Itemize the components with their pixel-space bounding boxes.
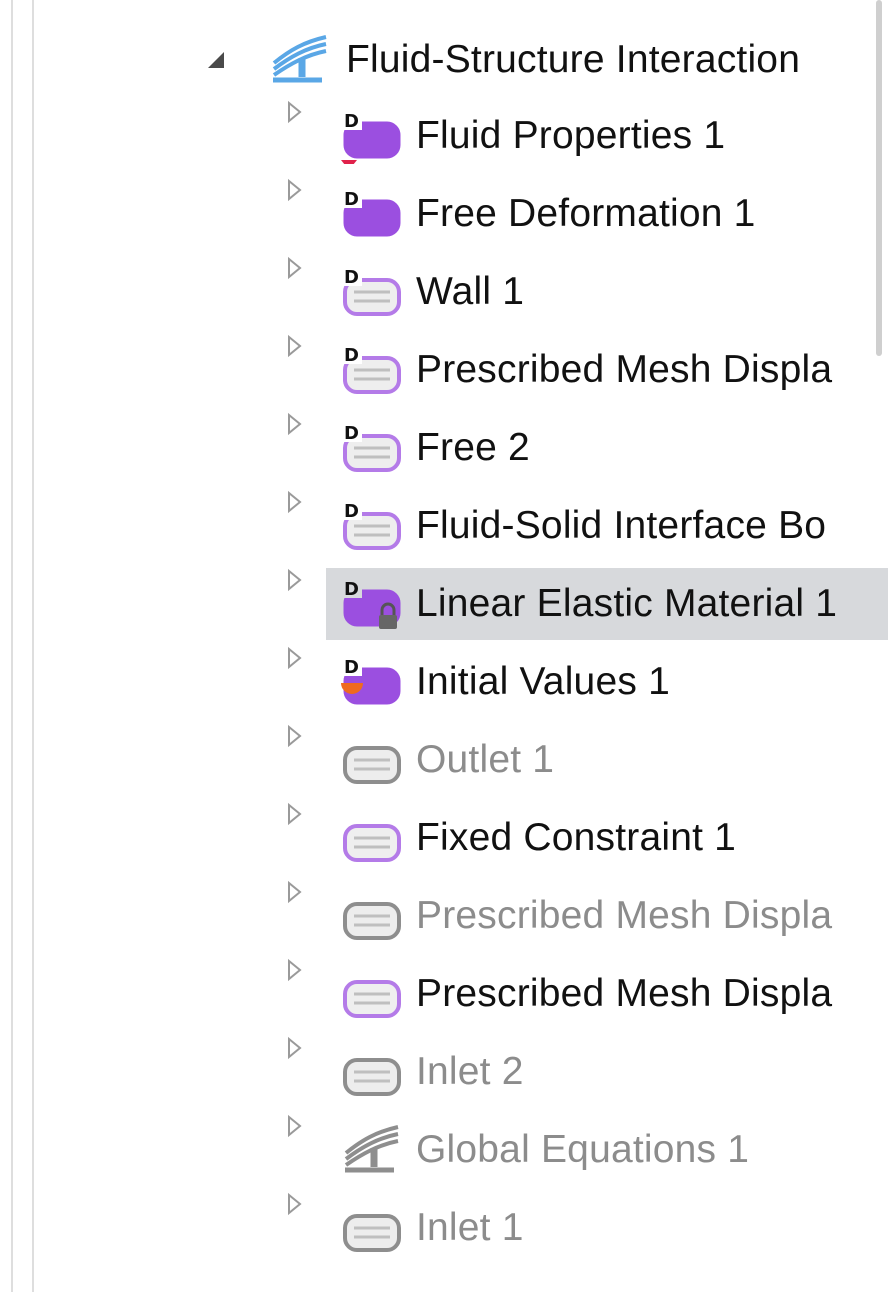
boundary-icon — [338, 732, 402, 788]
boundary-feature-icon: D — [338, 264, 402, 320]
tree-node-item[interactable]: D Free Deformation 1 — [0, 178, 888, 250]
tree-row-content: D Wall 1 — [0, 256, 872, 328]
collapsed-triangle-icon[interactable] — [282, 724, 306, 748]
tree-node-label: Free Deformation 1 — [416, 192, 756, 235]
collapsed-triangle-icon[interactable] — [282, 1114, 306, 1138]
tree-node-item[interactable]: Fixed Constraint 1 — [0, 802, 888, 874]
boundary-icon — [338, 1200, 402, 1256]
tree-node-item[interactable]: Prescribed Mesh Displa — [0, 958, 888, 1030]
collapsed-triangle-icon[interactable] — [282, 880, 306, 904]
tree-node-label: Fluid Properties 1 — [416, 114, 726, 157]
fsi-physics-icon — [266, 32, 330, 88]
tree-row-content: D Fluid Properties 1 — [0, 100, 872, 172]
svg-text:D: D — [344, 345, 359, 366]
tree-row-content: D Initial Values 1 — [0, 646, 872, 718]
tree-row-content: Global Equations 1 — [0, 1114, 872, 1186]
tree-row-content: Prescribed Mesh Displa — [0, 958, 872, 1030]
collapsed-triangle-icon[interactable] — [282, 1192, 306, 1216]
boundary-icon — [338, 966, 402, 1022]
tree-node-label: Wall 1 — [416, 270, 525, 313]
collapsed-triangle-icon[interactable] — [282, 646, 306, 670]
tree-row-content: Inlet 2 — [0, 1036, 872, 1108]
tree-row-content: D Free Deformation 1 — [0, 178, 872, 250]
tree-node-label: Global Equations 1 — [416, 1128, 750, 1171]
tree-node-label: Prescribed Mesh Displa — [416, 972, 833, 1015]
collapsed-triangle-icon[interactable] — [282, 568, 306, 592]
boundary-feature-icon: D — [338, 498, 402, 554]
tree-node-label: Fluid-Solid Interface Bo — [416, 504, 827, 547]
collapsed-triangle-icon[interactable] — [282, 958, 306, 982]
tree-node-item[interactable]: D Wall 1 — [0, 256, 888, 328]
domain-feature-icon: D — [338, 186, 402, 242]
svg-text:D: D — [344, 423, 359, 444]
svg-text:D: D — [344, 657, 359, 678]
tree-node-label: Prescribed Mesh Displa — [416, 348, 833, 391]
tree-row-content: D Linear Elastic Material 1 — [0, 568, 872, 640]
collapsed-triangle-icon[interactable] — [282, 490, 306, 514]
tree-node-label: Linear Elastic Material 1 — [416, 582, 838, 625]
boundary-icon — [338, 888, 402, 944]
tree-node-label: Inlet 2 — [416, 1050, 524, 1093]
boundary-icon — [338, 1044, 402, 1100]
tree-node-label: Prescribed Mesh Displa — [416, 894, 833, 937]
tree-node-label: Inlet 1 — [416, 1206, 524, 1249]
tree-row-content: D Fluid-Solid Interface Bo — [0, 490, 872, 562]
svg-text:D: D — [344, 111, 359, 132]
collapsed-triangle-icon[interactable] — [282, 334, 306, 358]
collapsed-triangle-icon[interactable] — [282, 1036, 306, 1060]
initial-values-icon: D — [338, 654, 402, 710]
tree-node-item[interactable]: Inlet 1 — [0, 1192, 888, 1264]
tree-node-item[interactable]: D Initial Values 1 — [0, 646, 888, 718]
collapsed-triangle-icon[interactable] — [282, 178, 306, 202]
tree-node-item[interactable]: D Fluid-Solid Interface Bo — [0, 490, 888, 562]
tree-node-label: Outlet 1 — [416, 738, 555, 781]
tree-node-label: Free 2 — [416, 426, 530, 469]
svg-text:D: D — [344, 189, 359, 210]
svg-text:D: D — [344, 579, 359, 600]
collapsed-triangle-icon[interactable] — [282, 412, 306, 436]
tree-node-item[interactable]: D Prescribed Mesh Displa — [0, 334, 888, 406]
expanded-triangle-icon[interactable] — [204, 48, 228, 72]
tree-row-content: Prescribed Mesh Displa — [0, 880, 872, 952]
tree-row-content: Fixed Constraint 1 — [0, 802, 872, 874]
boundary-icon — [338, 810, 402, 866]
svg-text:D: D — [344, 501, 359, 522]
tree-row-content: D Prescribed Mesh Displa — [0, 334, 872, 406]
svg-text:D: D — [344, 267, 359, 288]
tree-node-item[interactable]: Prescribed Mesh Displa — [0, 880, 888, 952]
collapsed-triangle-icon[interactable] — [282, 802, 306, 826]
collapsed-triangle-icon[interactable] — [282, 100, 306, 124]
tree-row-content: Outlet 1 — [0, 724, 872, 796]
tree-node-item[interactable]: D Fluid Properties 1 — [0, 100, 888, 172]
tree-node-item[interactable]: D Free 2 — [0, 412, 888, 484]
boundary-feature-icon: D — [338, 420, 402, 476]
global-equations-icon — [338, 1122, 402, 1178]
tree-node-label: Initial Values 1 — [416, 660, 670, 703]
tree-node-item[interactable]: Outlet 1 — [0, 724, 888, 796]
model-tree: Fluid-Structure Interaction D Fluid Prop… — [0, 0, 888, 1292]
tree-node-label: Fluid-Structure Interaction — [346, 38, 801, 81]
boundary-feature-icon: D — [338, 342, 402, 398]
tree-node-item[interactable]: Inlet 2 — [0, 1036, 888, 1108]
tree-row-content: D Free 2 — [0, 412, 872, 484]
tree-node-label: Fixed Constraint 1 — [416, 816, 737, 859]
domain-feature-icon: D — [338, 108, 402, 170]
locked-domain-feature-icon: D — [338, 576, 402, 632]
tree-node-fluid-structure-interaction[interactable]: Fluid-Structure Interaction — [0, 24, 888, 96]
tree-row-content: Inlet 1 — [0, 1192, 872, 1264]
tree-node-item[interactable]: Global Equations 1 — [0, 1114, 888, 1186]
collapsed-triangle-icon[interactable] — [282, 256, 306, 280]
tree-node-item[interactable]: D Linear Elastic Material 1 — [0, 568, 888, 640]
